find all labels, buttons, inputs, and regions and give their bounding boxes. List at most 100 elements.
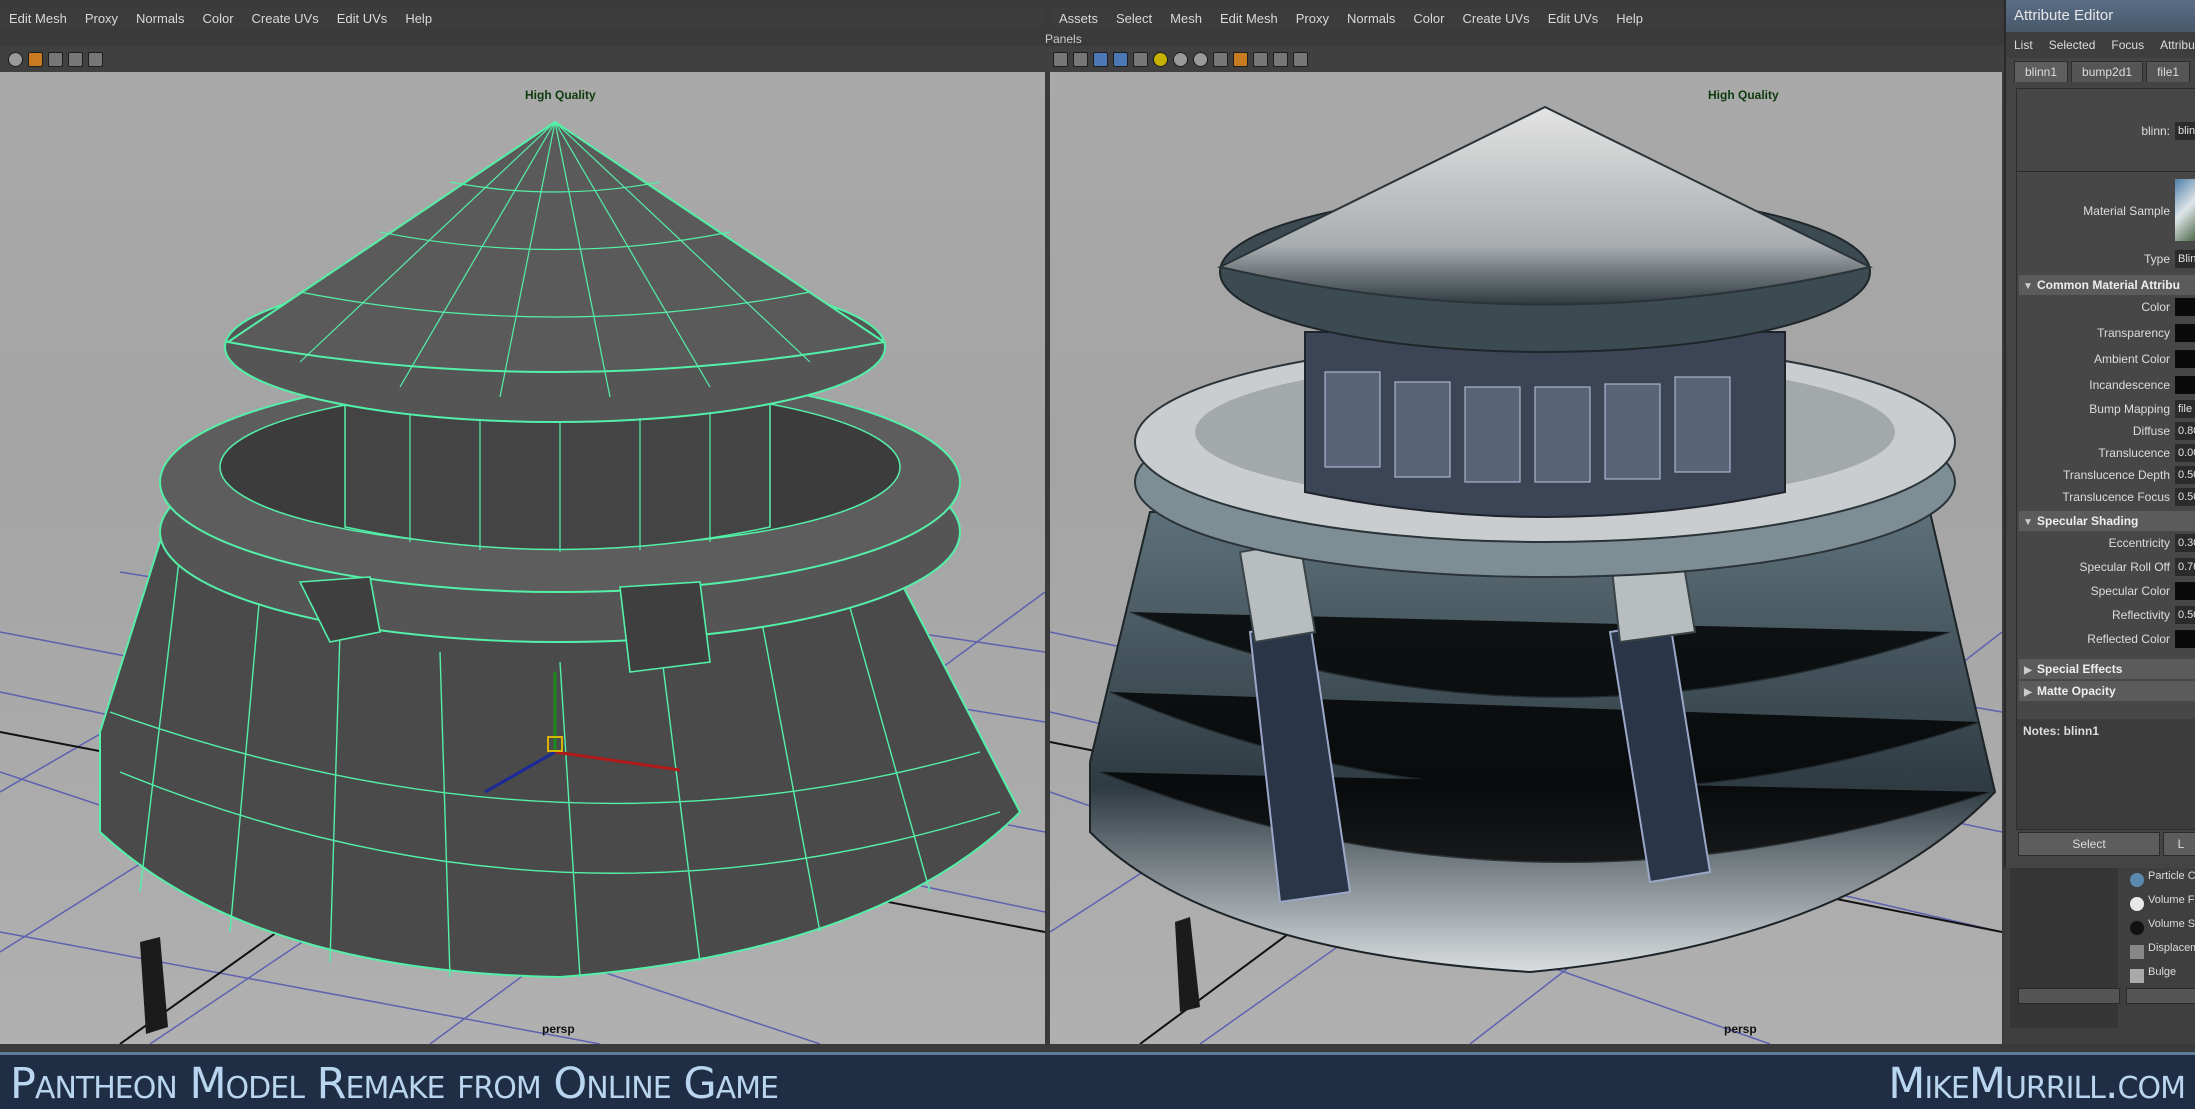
menu-create-uvs[interactable]: Create UVs [243,11,328,26]
section-matte-opacity[interactable]: ▶ Matte Opacity [2019,681,2195,701]
panel-icon[interactable] [1053,51,1068,67]
node-name-field[interactable]: blinn [2175,122,2195,140]
menu-color-right[interactable]: Color [1404,11,1453,26]
menu-edit-mesh[interactable]: Edit Mesh [0,11,76,26]
list-item[interactable]: Particle Cl [2124,870,2195,892]
load-attributes-button[interactable]: L [2163,832,2195,856]
attr-label: Eccentricity [2108,536,2170,550]
attr-value[interactable]: 0.80 [2175,422,2195,440]
menu-mesh[interactable]: Mesh [1161,11,1211,26]
select-camera-icon[interactable] [1233,51,1248,67]
menu-normals[interactable]: Normals [127,11,193,26]
attribute-editor-body[interactable]: blinn: blinn Material Sample Type Blinn … [2016,88,2195,830]
particle-cloud-icon [2130,873,2144,887]
left-viewport[interactable]: High Quality persp [0,72,1045,1044]
menu-create-uvs-right[interactable]: Create UVs [1453,11,1538,26]
tab-file1[interactable]: file1 [2146,61,2191,82]
select-camera-icon[interactable] [28,51,43,67]
menu-color[interactable]: Color [193,11,242,26]
menu-help-right[interactable]: Help [1607,11,1652,26]
section-special-effects[interactable]: ▶ Special Effects [2019,659,2195,679]
panels-menu[interactable]: Panels [1045,32,1082,46]
horizontal-scrollbar[interactable] [2018,988,2120,1004]
attr-label: Translucence Focus [2062,490,2170,504]
menu-attributes[interactable]: Attribute [2152,38,2195,52]
list-item[interactable]: Volume Fo [2124,894,2195,916]
color-swatch[interactable] [2175,376,2195,394]
tab-blinn1[interactable]: blinn1 [2014,61,2069,82]
type-row: Type Blinn [2017,249,2195,271]
type-label: Type [2143,252,2170,266]
attr-value[interactable]: file [2175,400,2195,418]
collapse-arrow-icon: ▼ [2023,281,2033,292]
attr-value[interactable]: 0.30 [2175,534,2195,552]
menu-edit-uvs[interactable]: Edit UVs [328,11,397,26]
list-item[interactable]: Displacem [2124,942,2195,964]
menu-edit-mesh-right[interactable]: Edit Mesh [1211,11,1287,26]
wireframe-on-shaded-icon[interactable] [1253,51,1268,67]
node-name-row: blinn: blinn [2017,121,2195,143]
isolate-icon[interactable] [1273,51,1288,67]
menu-proxy[interactable]: Proxy [76,11,127,26]
color-swatch[interactable] [2175,324,2195,342]
menu-assets[interactable]: Assets [1050,11,1107,26]
menu-selected[interactable]: Selected [2041,38,2104,52]
type-dropdown[interactable]: Blinn [2175,250,2195,268]
color-swatch[interactable] [2175,630,2195,648]
list-item[interactable]: Volume Sh [2124,918,2195,940]
textured-icon[interactable] [1113,51,1128,67]
attribute-editor-title[interactable]: Attribute Editor [2006,0,2195,32]
volume-shader-icon [2130,921,2144,935]
node-icon[interactable] [1293,51,1308,67]
material-sample-swatch [2175,179,2195,241]
hypershade-node-list: Particle Cl Volume Fo Volume Sh Displace… [2004,868,2195,1044]
isolate-icon[interactable] [68,51,83,67]
attr-row-specular-color: Specular Color [2017,581,2195,603]
attr-value[interactable]: 0.00 [2175,444,2195,462]
attr-value[interactable]: 0.50 [2175,466,2195,484]
section-common-material[interactable]: ▼ Common Material Attribu [2019,275,2195,295]
lights-icon[interactable] [1133,51,1148,67]
node-icon[interactable] [88,51,103,67]
attr-value[interactable]: 0.50 [2175,488,2195,506]
attr-value[interactable]: 0.70 [2175,558,2195,576]
select-button[interactable]: Select [2018,832,2160,856]
shadow-icon[interactable] [1173,51,1188,67]
color-swatch[interactable] [2175,582,2195,600]
menu-focus[interactable]: Focus [2103,38,2152,52]
color-swatch[interactable] [2175,298,2195,316]
section-specular-shading[interactable]: ▼ Specular Shading [2019,511,2195,531]
shading-icon[interactable] [8,51,23,67]
right-viewport[interactable]: High Quality persp [1050,72,2002,1044]
smooth-shade-icon[interactable] [1093,51,1108,67]
attr-row-bump-mapping: Bump Mapping file [2017,399,2195,421]
wireframe-icon[interactable] [48,51,63,67]
xray-icon[interactable] [1213,51,1228,67]
attr-row-specular-roll-off: Specular Roll Off 0.70 [2017,557,2195,579]
tab-bump2d1[interactable]: bump2d1 [2071,61,2144,82]
attr-label: Specular Roll Off [2079,560,2171,574]
menu-normals-right[interactable]: Normals [1338,11,1404,26]
node-name-label: blinn: [2141,124,2170,138]
displacement-icon [2130,945,2144,959]
attribute-editor-window: Attribute Editor List Selected Focus Att… [2004,0,2195,868]
section-title: Specular Shading [2037,514,2139,528]
ao-icon[interactable] [1193,51,1208,67]
notes-label: Notes: blinn1 [2023,724,2100,738]
attr-value[interactable]: 0.50 [2175,606,2195,624]
notes-area[interactable]: Notes: blinn1 [2017,719,2195,829]
light-bulb-icon[interactable] [1153,51,1168,67]
attr-row-translucence-focus: Translucence Focus 0.50 [2017,487,2195,509]
quality-label: High Quality [1708,88,1779,102]
menu-edit-uvs-right[interactable]: Edit UVs [1539,11,1608,26]
menu-help[interactable]: Help [396,11,441,26]
menu-proxy-right[interactable]: Proxy [1287,11,1338,26]
wireframe-icon[interactable] [1073,51,1088,67]
menu-list[interactable]: List [2006,38,2041,52]
attr-label: Diffuse [2132,424,2170,438]
color-swatch[interactable] [2175,350,2195,368]
horizontal-scrollbar[interactable] [2126,988,2195,1004]
menu-select[interactable]: Select [1107,11,1161,26]
attr-row-incandescence: Incandescence [2017,375,2195,397]
list-item[interactable]: Bulge [2124,966,2195,988]
